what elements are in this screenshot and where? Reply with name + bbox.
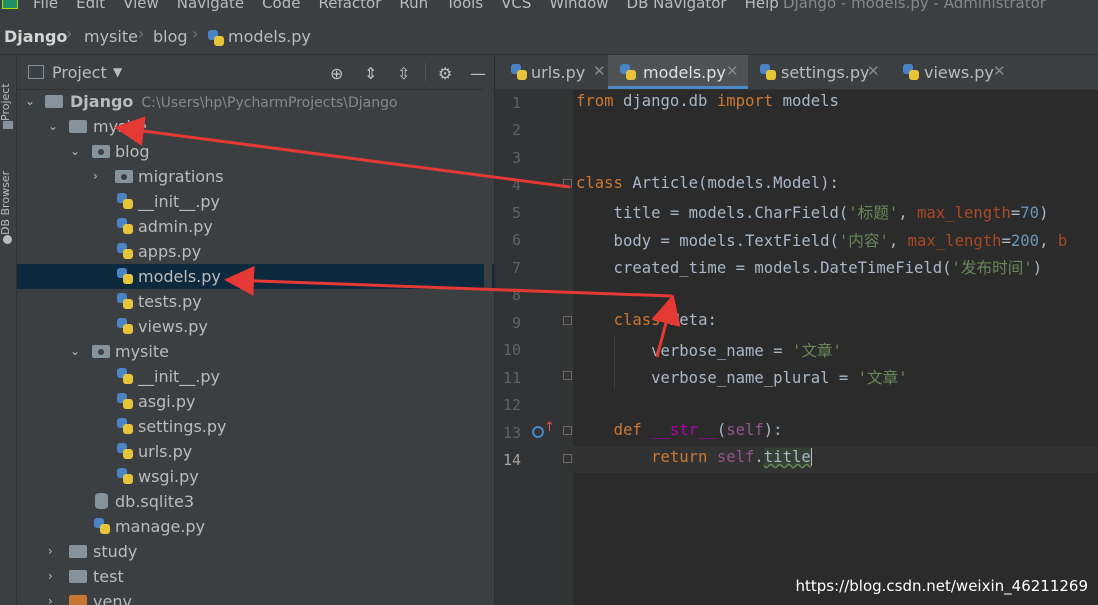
arrow-to-meta-class bbox=[651, 294, 681, 358]
annotation-arrows bbox=[114, 116, 681, 358]
watermark-url: https://blog.csdn.net/weixin_46211269 bbox=[795, 577, 1088, 595]
arrow-to-models-file bbox=[224, 265, 673, 298]
arrow-to-mysite-folder bbox=[114, 116, 571, 189]
